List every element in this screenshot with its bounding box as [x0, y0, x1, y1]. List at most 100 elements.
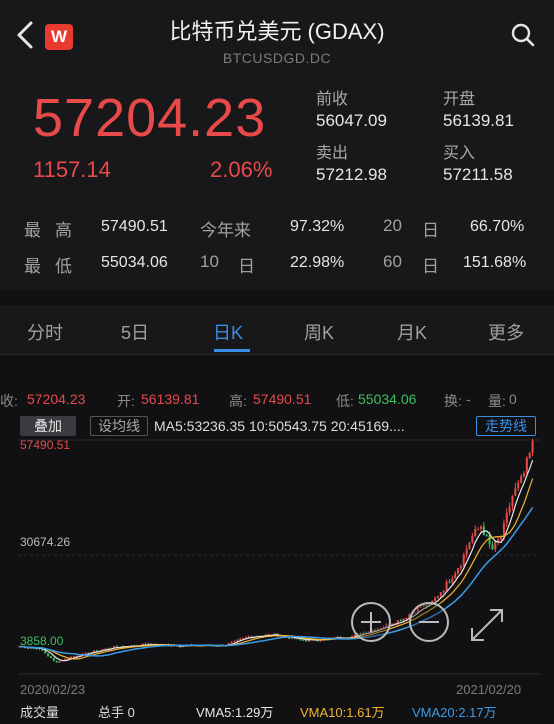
candle-body	[505, 512, 508, 524]
header: W 比特币兑美元 (GDAX) BTCUSDGD.DC	[0, 0, 554, 75]
candle-body	[236, 639, 239, 641]
candle-body	[44, 650, 47, 654]
candle-body	[468, 542, 471, 550]
last-price: 57204.23	[33, 88, 267, 148]
tab-monthly-k[interactable]: 月K	[397, 319, 427, 345]
y-axis-mid: 30674.26	[20, 535, 71, 549]
close-value: 57204.23	[27, 391, 86, 407]
ohlc-bar: 收: 57204.23 开: 56139.81 高: 57490.51 低: 5…	[0, 388, 554, 412]
bid-label: 买入	[443, 145, 476, 162]
ytd-value: 97.32%	[290, 218, 345, 235]
tab-daily-k[interactable]: 日K	[213, 319, 243, 345]
volume-indicator-label[interactable]: 成交量	[20, 702, 59, 721]
vma20-value: VMA20:2.17万	[412, 705, 497, 720]
candle-body	[511, 495, 514, 507]
tab-more[interactable]: 更多	[488, 319, 524, 345]
turnover-value: -	[466, 391, 471, 407]
open-value: 56139.81	[443, 111, 514, 130]
candle-body	[49, 656, 52, 659]
ma10-line	[19, 478, 534, 660]
period-tabs: 分时 5日 日K 周K 月K 更多	[0, 305, 554, 355]
x-axis-end-date: 2021/02/20	[456, 682, 522, 697]
candle-body	[485, 535, 488, 537]
volume-value: 0	[509, 391, 517, 407]
low-value: 55034.06	[101, 254, 168, 271]
high-value: 57490.51	[101, 218, 168, 235]
candlesticks	[18, 438, 534, 663]
kline-chart[interactable]: 57490.51 30674.26 3858.00 2020/02/23 202…	[0, 438, 554, 697]
candle-body	[305, 640, 308, 642]
tab-5day[interactable]: 5日	[121, 319, 149, 345]
zoom-out-icon[interactable]	[409, 602, 449, 642]
candle-body	[500, 537, 503, 540]
d10-unit: 日	[238, 257, 255, 276]
candle-body	[445, 581, 448, 591]
d20-num: 20	[383, 216, 402, 235]
volume-total: 总手 0	[98, 705, 135, 720]
candle-body	[47, 653, 50, 657]
ohlc-open-value: 56139.81	[141, 391, 200, 407]
d10-value: 22.98%	[290, 254, 345, 271]
candle-body	[405, 618, 408, 620]
d20-value: 66.70%	[470, 218, 525, 235]
d60-num: 60	[383, 252, 402, 271]
candle-body	[27, 647, 30, 649]
candle-body	[531, 440, 534, 453]
kline-svg	[18, 438, 540, 675]
open-label: 开盘	[443, 91, 476, 108]
candle-body	[514, 488, 517, 496]
trendline-button[interactable]: 走势线	[476, 416, 536, 436]
candle-body	[115, 646, 118, 648]
candle-body	[454, 573, 457, 579]
chart-toolbar: 叠加 设均线 MA5:53236.35 10:50543.75 20:45169…	[0, 414, 554, 438]
turnover-label: 换:	[444, 393, 462, 409]
ohlc-high-value: 57490.51	[253, 391, 312, 407]
ohlc-low-value: 55034.06	[358, 391, 417, 407]
candle-body	[302, 639, 305, 641]
d10-num: 10	[200, 252, 219, 271]
prev-close-value: 56047.09	[316, 111, 387, 130]
candle-body	[477, 528, 480, 530]
candle-body	[399, 620, 402, 622]
candle-body	[239, 638, 242, 640]
ohlc-open-label: 开:	[117, 393, 135, 409]
candle-body	[520, 476, 523, 483]
candle-body	[448, 581, 451, 583]
candle-body	[72, 656, 75, 658]
bid-value: 57211.58	[443, 165, 513, 184]
candle-body	[517, 482, 520, 489]
y-axis-max: 57490.51	[20, 438, 71, 452]
candle-body	[52, 658, 55, 661]
quote-panel: 57204.23 1157.14 2.06% 前收 56047.09 开盘 56…	[0, 75, 554, 200]
fullscreen-icon[interactable]	[471, 609, 503, 641]
candle-body	[471, 535, 474, 543]
ma-readout-text: MA5:53236.35 10:50543.75 20:45169....	[154, 418, 405, 434]
candle-body	[494, 541, 497, 550]
candle-body	[525, 457, 528, 474]
candle-body	[84, 652, 87, 654]
ohlc-high-label: 高:	[229, 393, 247, 409]
prev-close-label: 前收	[316, 91, 349, 108]
high-label: 最高	[24, 221, 86, 240]
ma-setting-button[interactable]: 设均线	[90, 416, 148, 436]
zoom-in-icon[interactable]	[351, 602, 391, 642]
candle-body	[479, 526, 482, 529]
x-axis-start-date: 2020/02/23	[20, 682, 86, 697]
candle-body	[442, 590, 445, 593]
candle-body	[451, 578, 454, 583]
vma5-value: VMA5:1.29万	[196, 705, 274, 720]
candle-body	[491, 544, 494, 550]
tab-weekly-k[interactable]: 周K	[304, 319, 334, 345]
ma5-line	[19, 460, 534, 662]
search-icon[interactable]	[510, 22, 536, 48]
low-label: 最低	[24, 257, 86, 276]
close-label: 收:	[0, 393, 18, 409]
overlay-button[interactable]: 叠加	[20, 416, 76, 436]
vma10-value: VMA10:1.61万	[300, 705, 385, 720]
tab-intraday[interactable]: 分时	[27, 319, 63, 345]
candle-body	[104, 648, 107, 650]
stats-panel: 最高 57490.51 今年来 97.32% 20 日 66.70% 最低 55…	[0, 200, 554, 290]
candle-body	[436, 596, 439, 598]
ma-readout: MA5:53236.35 10:50543.75 20:45169....	[154, 418, 405, 434]
candle-body	[233, 640, 236, 642]
